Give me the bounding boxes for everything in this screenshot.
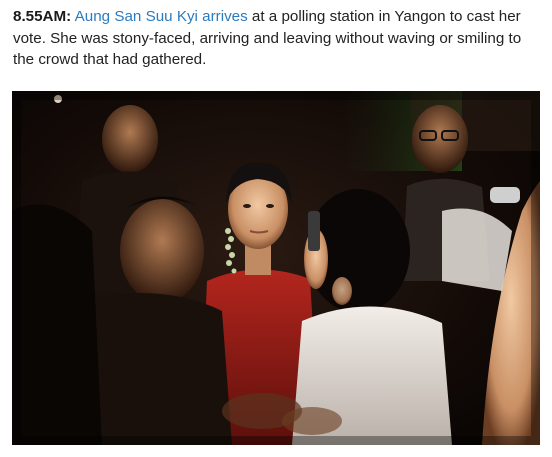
article-caption: 8.55AM: Aung San Suu Kyi arrives at a po… xyxy=(13,6,541,71)
article-entry: 8.55AM: Aung San Suu Kyi arrives at a po… xyxy=(0,0,552,457)
photo-illustration xyxy=(12,91,540,445)
subject-link[interactable]: Aung San Suu Kyi arrives xyxy=(75,8,248,25)
timestamp: 8.55AM: xyxy=(13,8,72,25)
news-photo xyxy=(12,91,540,445)
